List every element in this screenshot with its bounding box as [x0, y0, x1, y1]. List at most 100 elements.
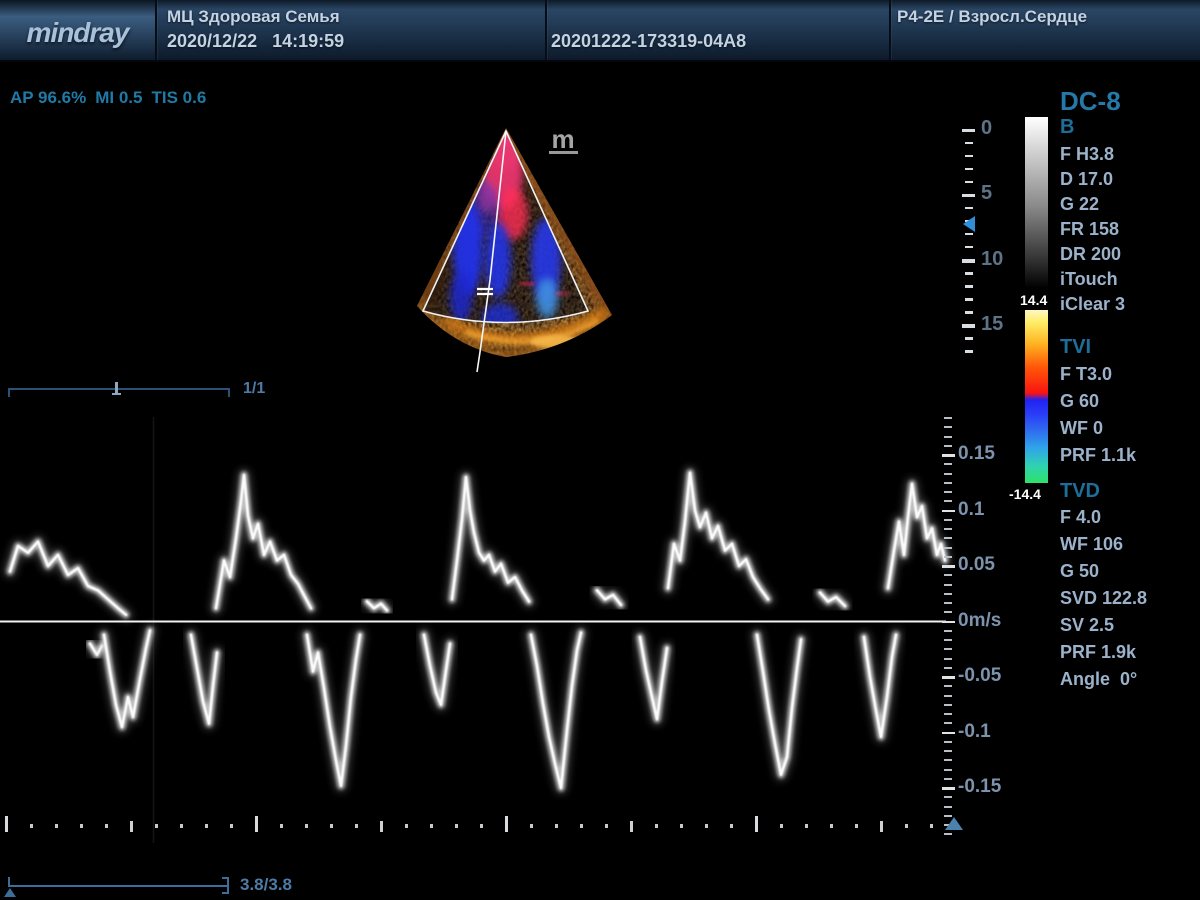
- velocity-tick: [944, 584, 952, 586]
- velocity-label: -0.05: [958, 665, 1001, 687]
- time-tick-dot: [655, 824, 658, 828]
- velocity-tick: [944, 463, 952, 465]
- velocity-tick: [944, 648, 952, 650]
- velocity-tick: [944, 426, 952, 428]
- depth-tick: [965, 233, 973, 236]
- time-tick-dot: [205, 824, 208, 828]
- param-row: SV 2.5: [1060, 615, 1114, 636]
- time-tick-dot: [580, 824, 583, 828]
- exam-datetime: 2020/12/22 14:19:59: [167, 31, 344, 52]
- velocity-label: 0.1: [958, 499, 984, 521]
- time-tick-dot: [705, 824, 708, 828]
- time-tick-dot: [905, 824, 908, 828]
- doppler-traces: [10, 473, 945, 788]
- section-title-tvi: TVI: [1060, 336, 1091, 359]
- param-row: F 4.0: [1060, 507, 1101, 528]
- depth-tick: [965, 168, 973, 171]
- depth-tick: [965, 155, 973, 158]
- time-tick-dot: [555, 824, 558, 828]
- time-tick-dot: [55, 824, 58, 828]
- velocity-label: -0.15: [958, 776, 1001, 798]
- velocity-tick: [942, 565, 955, 568]
- velocity-tick: [942, 732, 955, 735]
- cine-position-marker-base[interactable]: [112, 393, 121, 395]
- velocity-tick: [944, 658, 952, 660]
- time-tick-dot: [480, 824, 483, 828]
- velocity-label: -0.1: [958, 721, 991, 743]
- time-counter: 3.8/3.8: [240, 875, 292, 895]
- time-tick-dot: [155, 824, 158, 828]
- velocity-tick: [944, 778, 952, 780]
- velocity-tick: [944, 491, 952, 493]
- time-tick-dot: [455, 824, 458, 828]
- param-row: PRF 1.9k: [1060, 642, 1136, 663]
- time-start-tick[interactable]: [8, 877, 10, 886]
- velocity-tick: [942, 510, 955, 513]
- velocity-tick: [944, 473, 952, 475]
- depth-tick: [965, 181, 973, 184]
- time-start-marker-icon[interactable]: [4, 888, 16, 897]
- depth-label: 10: [981, 248, 1003, 271]
- depth-tick: [962, 259, 975, 263]
- depth-label: 15: [981, 313, 1003, 336]
- time-tick-medium: [130, 821, 133, 832]
- brand-logo: mindray: [0, 0, 155, 60]
- velocity-tick: [944, 417, 952, 419]
- velocity-tick: [942, 676, 955, 679]
- velocity-tick: [944, 833, 952, 835]
- time-tick-medium: [880, 821, 883, 832]
- depth-tick: [965, 142, 973, 145]
- focus-marker-icon[interactable]: [963, 216, 975, 232]
- depth-tick: [962, 324, 975, 328]
- time-tick-dot: [930, 824, 933, 828]
- time-tick-dot: [430, 824, 433, 828]
- velocity-tick: [944, 759, 952, 761]
- velocity-tick: [944, 630, 952, 632]
- depth-tick: [965, 337, 973, 340]
- tis-value: TIS 0.6: [151, 88, 206, 107]
- velocity-tick: [944, 611, 952, 613]
- velocity-tick: [944, 445, 952, 447]
- header-bar: mindray МЦ Здоровая Семья 2020/12/22 14:…: [0, 0, 1200, 62]
- velocity-tick: [944, 528, 952, 530]
- time-tick-medium: [630, 821, 633, 832]
- velocity-tick: [944, 695, 952, 697]
- depth-tick: [965, 311, 973, 314]
- doppler-trace: [864, 635, 896, 737]
- velocity-tick: [942, 787, 955, 790]
- time-tick-major: [5, 816, 8, 832]
- velocity-tick: [942, 621, 955, 624]
- velocity-tick: [944, 741, 952, 743]
- velocity-tick: [944, 593, 952, 595]
- header-divider: [155, 0, 157, 60]
- grayscale-bar: [1025, 117, 1048, 288]
- acoustic-output-readout: AP 96.6%MI 0.5TIS 0.6: [10, 88, 215, 108]
- time-tick-dot: [605, 824, 608, 828]
- param-row: G 50: [1060, 561, 1099, 582]
- time-tick-major: [755, 816, 758, 832]
- sweep-cursor-icon: [945, 817, 963, 830]
- depth-tick: [965, 298, 973, 301]
- velocity-tick: [944, 722, 952, 724]
- color-flow-bar: [1025, 310, 1048, 483]
- time-tick-dot: [180, 824, 183, 828]
- param-row: PRF 1.1k: [1060, 445, 1136, 466]
- param-row: F H3.8: [1060, 144, 1114, 165]
- time-tick-dot: [730, 824, 733, 828]
- frame-counter: 1/1: [243, 380, 265, 398]
- depth-label: 0: [981, 117, 992, 140]
- param-row: SVD 122.8: [1060, 588, 1147, 609]
- velocity-tick: [944, 556, 952, 558]
- velocity-tick: [944, 482, 952, 484]
- time-tick-major: [255, 816, 258, 832]
- time-tick-dot: [80, 824, 83, 828]
- depth-tick: [965, 272, 973, 275]
- param-row: G 60: [1060, 391, 1099, 412]
- velocity-label: 0.05: [958, 554, 995, 576]
- colorbar-min-value: -14.4: [1009, 486, 1041, 502]
- colorbar-max-value: 14.4: [1020, 292, 1047, 308]
- depth-tick: [962, 129, 975, 133]
- depth-tick: [965, 350, 973, 353]
- time-tick-dot: [330, 824, 333, 828]
- velocity-tick: [944, 806, 952, 808]
